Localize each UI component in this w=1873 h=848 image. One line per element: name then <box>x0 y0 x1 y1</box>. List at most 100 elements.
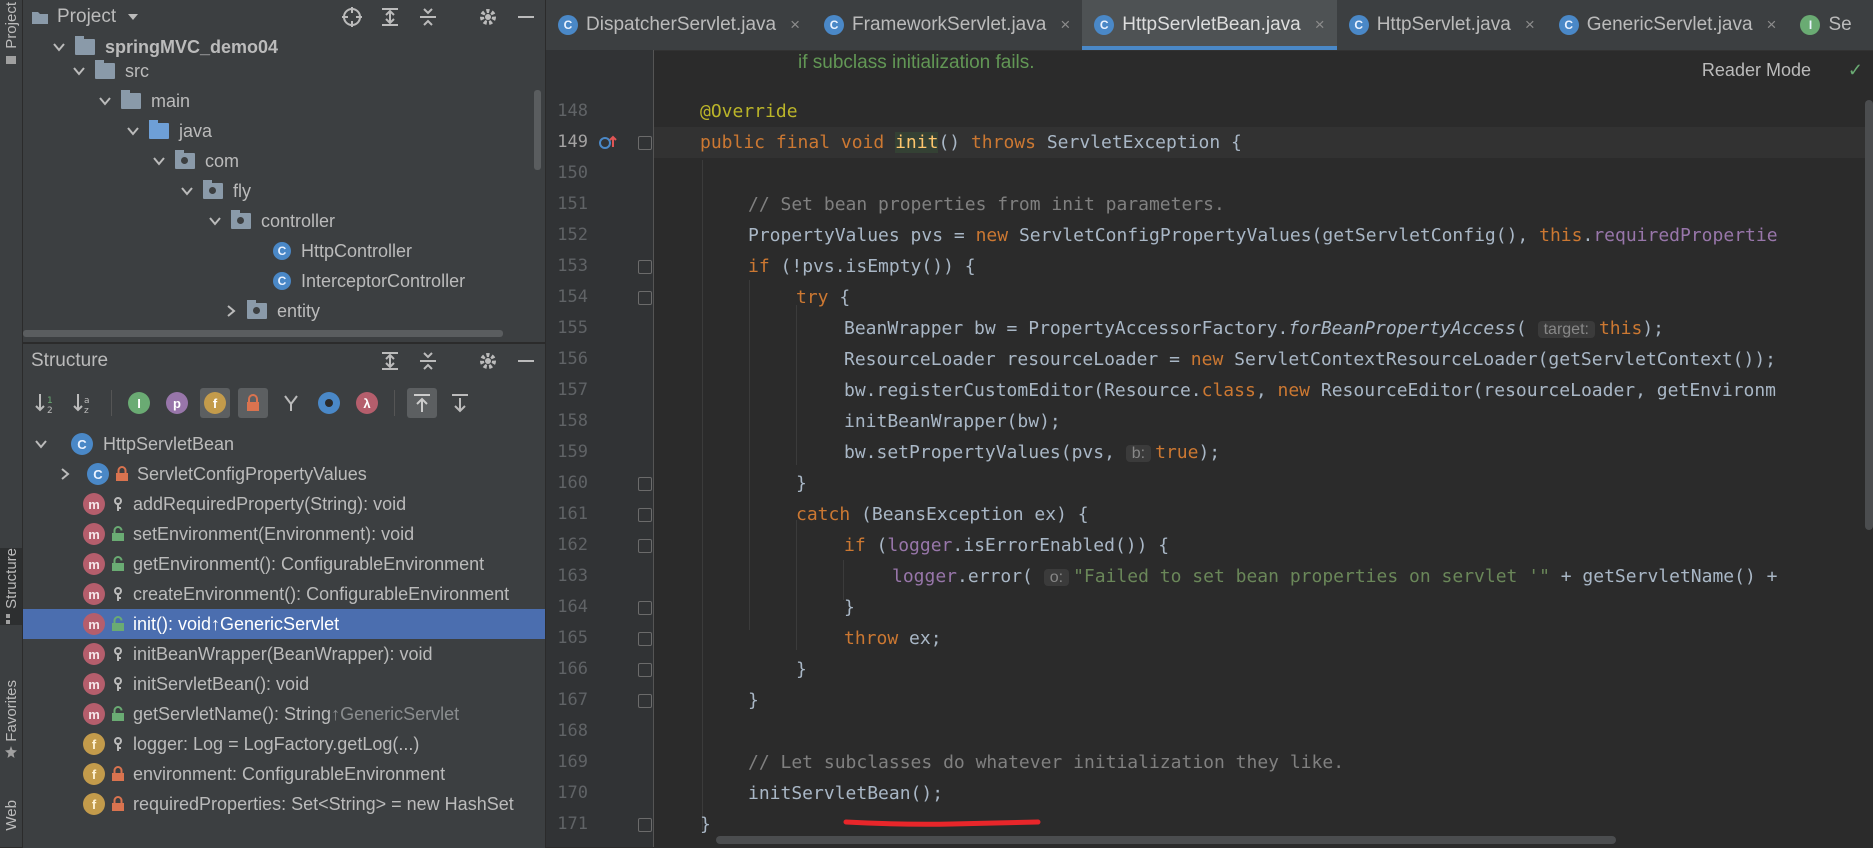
code-token: ServletConfigPropertyValues(getServletCo… <box>1018 225 1540 246</box>
vertical-scrollbar[interactable] <box>1865 100 1873 530</box>
structure-item-suffix: ↑GenericServlet <box>331 703 460 724</box>
project-tool-tab[interactable]: Project <box>0 2 22 65</box>
expand-all-icon[interactable] <box>377 348 403 374</box>
tree-item-src[interactable]: src <box>71 56 149 86</box>
tab-servlet[interactable]: I Se <box>1788 0 1863 50</box>
tree-item-fly[interactable]: fly <box>179 176 251 206</box>
code-line-163: logger.error( o: "Failed to set bean prop… <box>892 561 1788 592</box>
favorites-tool-tab[interactable]: Favorites <box>0 680 22 758</box>
structure-item-method[interactable]: m initServletBean(): void <box>23 669 545 699</box>
code-line-158: initBeanWrapper(bw); <box>844 406 1061 437</box>
sort-by-visibility-icon[interactable]: 12 <box>31 388 61 418</box>
close-icon[interactable]: × <box>790 15 800 35</box>
tree-item-httpcontroller[interactable]: C HttpController <box>273 236 412 266</box>
code-token: catch <box>796 504 862 525</box>
project-panel: Project springMVC_demo04 src main java c… <box>23 0 545 342</box>
fold-marker[interactable] <box>638 601 652 615</box>
hide-icon[interactable] <box>513 348 539 374</box>
inspection-ok-icon[interactable]: ✓ <box>1848 60 1863 81</box>
fold-marker[interactable] <box>638 663 652 677</box>
tree-item-controller[interactable]: controller <box>207 206 335 236</box>
web-tool-tab[interactable]: Web <box>0 800 22 831</box>
structure-item-method[interactable]: m getEnvironment(): ConfigurableEnvironm… <box>23 549 545 579</box>
expand-all-icon[interactable] <box>377 4 403 30</box>
tree-item-java[interactable]: java <box>125 116 212 146</box>
close-icon[interactable]: × <box>1525 15 1535 35</box>
tab-httpservletbean[interactable]: C HttpServletBean.java × <box>1082 0 1338 50</box>
fold-marker[interactable] <box>638 477 652 491</box>
tab-httpservlet[interactable]: C HttpServlet.java × <box>1337 0 1547 50</box>
gear-icon[interactable] <box>475 4 501 30</box>
autoscroll-to-source-icon[interactable] <box>407 388 437 418</box>
structure-item-method[interactable]: m setEnvironment(Environment): void <box>23 519 545 549</box>
package-icon <box>203 180 223 199</box>
show-non-public-icon[interactable] <box>238 388 268 418</box>
string-literal: "Failed to set bean properties on servle… <box>1073 566 1550 587</box>
show-lambdas-icon[interactable]: λ <box>352 388 382 418</box>
tree-item-label: controller <box>261 210 336 231</box>
reader-mode-button[interactable]: Reader Mode <box>1702 60 1811 81</box>
tab-label: GenericServlet.java <box>1586 14 1753 35</box>
vertical-scrollbar[interactable] <box>534 90 541 170</box>
field-icon: f <box>83 793 105 815</box>
hide-icon[interactable] <box>513 4 539 30</box>
tab-dispatcherservlet[interactable]: C DispatcherServlet.java × <box>546 0 812 50</box>
structure-item-field[interactable]: f requiredProperties: Set<String> = new … <box>23 789 545 819</box>
horizontal-scrollbar[interactable] <box>23 330 503 337</box>
code-token: (BeansException ex) { <box>861 504 1089 525</box>
close-icon[interactable]: × <box>1315 15 1325 35</box>
tree-item-com[interactable]: com <box>151 146 239 176</box>
fold-marker[interactable] <box>638 694 652 708</box>
fold-marker[interactable] <box>638 260 652 274</box>
class-icon: C <box>71 433 93 455</box>
fold-marker[interactable] <box>638 291 652 305</box>
structure-item-method-selected[interactable]: m init(): void ↑GenericServlet <box>23 609 545 639</box>
code-line-155: BeanWrapper bw = PropertyAccessorFactory… <box>844 313 1664 344</box>
sort-alphabetically-icon[interactable]: az <box>69 388 99 418</box>
structure-tool-tab[interactable]: Structure <box>0 548 22 625</box>
close-icon[interactable]: × <box>1060 15 1070 35</box>
class-icon: C <box>1348 15 1369 35</box>
structure-item-field[interactable]: f logger: Log = LogFactory.getLog(...) <box>23 729 545 759</box>
tree-item-interceptorcontroller[interactable]: C InterceptorController <box>273 266 465 296</box>
overrides-method-icon[interactable] <box>598 134 618 152</box>
code-line-148: @Override <box>700 96 798 127</box>
fold-marker[interactable] <box>638 136 652 150</box>
fold-marker[interactable] <box>638 818 652 832</box>
gear-icon[interactable] <box>475 348 501 374</box>
structure-item-method[interactable]: m addRequiredProperty(String): void <box>23 489 545 519</box>
structure-item-inner-class[interactable]: C ServletConfigPropertyValues <box>23 459 545 489</box>
tree-item-entity[interactable]: entity <box>223 296 320 326</box>
collapse-all-icon[interactable] <box>415 348 441 374</box>
horizontal-scrollbar[interactable] <box>716 836 1616 844</box>
tab-genericservlet[interactable]: C GenericServlet.java × <box>1547 0 1789 50</box>
structure-item-method[interactable]: m createEnvironment(): ConfigurableEnvir… <box>23 579 545 609</box>
structure-item-method[interactable]: m initBeanWrapper(BeanWrapper): void <box>23 639 545 669</box>
autoscroll-from-source-icon[interactable] <box>445 388 475 418</box>
chevron-down-icon[interactable] <box>126 10 140 24</box>
show-hierarchy-icon[interactable] <box>276 388 306 418</box>
locate-icon[interactable] <box>339 4 365 30</box>
code-line-170: initServletBean(); <box>748 778 943 809</box>
fold-marker[interactable] <box>638 508 652 522</box>
show-anonymous-icon[interactable] <box>314 388 344 418</box>
code-token: ServletException { <box>1046 132 1242 153</box>
show-fields-icon[interactable]: f <box>200 388 230 418</box>
code-token: } <box>796 473 807 494</box>
close-icon[interactable]: × <box>1767 15 1777 35</box>
tab-frameworkservlet[interactable]: C FrameworkServlet.java × <box>812 0 1082 50</box>
structure-item-label: logger: Log = LogFactory.getLog(...) <box>133 733 420 754</box>
fold-marker[interactable] <box>638 632 652 646</box>
structure-item-method[interactable]: m getServletName(): String ↑GenericServl… <box>23 699 545 729</box>
tree-item-label: fly <box>233 180 251 201</box>
tree-item-main[interactable]: main <box>97 86 190 116</box>
collapse-all-icon[interactable] <box>415 4 441 30</box>
code-editor[interactable]: C DispatcherServlet.java × C FrameworkSe… <box>546 0 1873 847</box>
separator <box>453 348 463 374</box>
favorites-tool-tab-label: Favorites <box>2 680 20 742</box>
show-properties-icon[interactable]: p <box>162 388 192 418</box>
show-inherited-icon[interactable]: I <box>124 388 154 418</box>
fold-marker[interactable] <box>638 539 652 553</box>
structure-root[interactable]: C HttpServletBean <box>23 429 545 459</box>
structure-item-field[interactable]: f environment: ConfigurableEnvironment <box>23 759 545 789</box>
